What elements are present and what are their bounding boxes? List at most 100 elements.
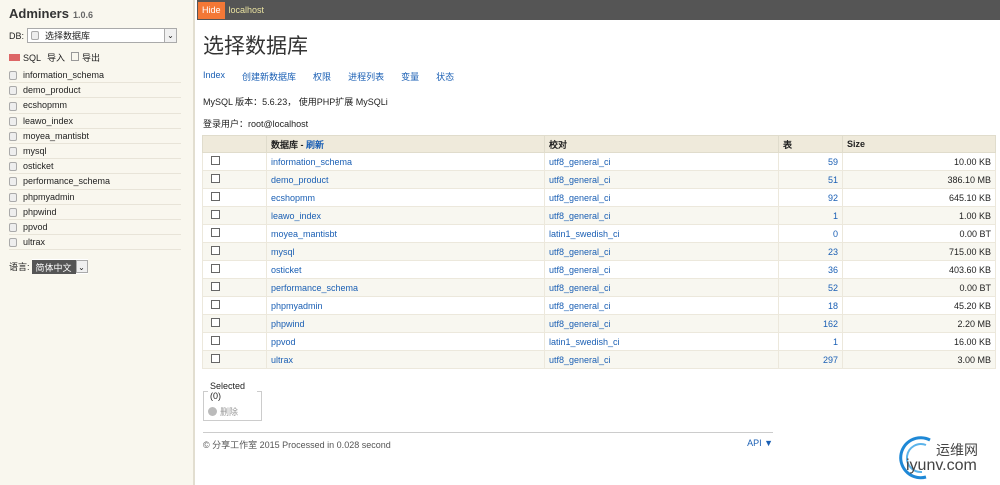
page-title: 选择数据库 <box>203 35 308 58</box>
db-name-link[interactable]: demo_product <box>271 175 329 185</box>
sidebar-db-item[interactable]: mysql <box>9 144 181 160</box>
db-name-link[interactable]: phpmyadmin <box>271 301 323 311</box>
top-bar: Hide localhost <box>197 0 1000 20</box>
db-name-link[interactable]: ultrax <box>271 355 293 365</box>
language-value: 简体中文 <box>31 259 76 274</box>
sidebar-db-name: leawo_index <box>23 115 74 126</box>
table-row: leawo_index utf8_general_ci 1 1.00 KB <box>202 206 996 225</box>
tables-link[interactable]: 52 <box>828 283 838 293</box>
db-name-link[interactable]: phpwind <box>271 319 305 329</box>
db-name-link[interactable]: osticket <box>271 265 302 275</box>
collation-link[interactable]: utf8_general_ci <box>549 301 611 311</box>
export-link[interactable]: 导出 <box>71 51 100 64</box>
tables-link[interactable]: 23 <box>828 247 838 257</box>
breadcrumb-host[interactable]: localhost <box>229 5 265 15</box>
nav-link[interactable]: 状态 <box>436 70 454 83</box>
row-checkbox[interactable] <box>211 174 220 183</box>
tables-link[interactable]: 92 <box>828 193 838 203</box>
tables-link[interactable]: 0 <box>833 229 838 239</box>
tables-link[interactable]: 297 <box>823 355 838 365</box>
row-checkbox[interactable] <box>211 228 220 237</box>
db-name-link[interactable]: leawo_index <box>271 211 321 221</box>
sidebar-db-name: information_schema <box>23 70 105 80</box>
database-icon <box>9 192 17 202</box>
collation-link[interactable]: utf8_general_ci <box>549 247 611 257</box>
sidebar-db-item[interactable]: demo_product <box>9 83 181 99</box>
hide-button[interactable]: Hide <box>198 1 225 19</box>
tables-link[interactable]: 59 <box>828 157 838 167</box>
sidebar-db-item[interactable]: phpmyadmin <box>9 190 181 205</box>
tables-link[interactable]: 18 <box>828 301 838 311</box>
nav-link[interactable]: Index <box>203 70 225 83</box>
tables-link[interactable]: 1 <box>833 337 838 347</box>
export-label: 导出 <box>82 53 101 63</box>
row-checkbox[interactable] <box>211 354 220 363</box>
tables-cell: 51 <box>778 170 843 189</box>
api-link[interactable]: API ▼ <box>747 438 773 451</box>
sidebar-db-item[interactable]: ecshopmm <box>9 98 181 114</box>
collation-link[interactable]: latin1_swedish_ci <box>549 229 620 239</box>
sidebar-db-item[interactable]: leawo_index <box>9 114 181 129</box>
nav-link[interactable]: 权限 <box>313 70 331 83</box>
db-select-value: 选择数据库 <box>45 31 91 41</box>
chevron-down-icon: ⌄ <box>75 260 88 273</box>
version: 1.0.6 <box>72 10 93 20</box>
db-name-link[interactable]: mysql <box>271 247 295 257</box>
collation-link[interactable]: utf8_general_ci <box>549 193 611 203</box>
tables-link[interactable]: 51 <box>828 175 838 185</box>
sidebar-db-item[interactable]: phpwind <box>9 205 181 220</box>
collation-link[interactable]: utf8_general_ci <box>549 175 611 185</box>
table-row: performance_schema utf8_general_ci 52 0.… <box>202 278 996 297</box>
row-checkbox[interactable] <box>211 192 220 201</box>
table-row: phpmyadmin utf8_general_ci 18 45.20 KB <box>202 296 996 315</box>
db-select[interactable]: 选择数据库 ⌄ <box>27 28 178 43</box>
collation-link[interactable]: utf8_general_ci <box>549 355 611 365</box>
language-select[interactable]: 简体中文 ⌄ <box>31 259 88 274</box>
row-checkbox[interactable] <box>211 318 220 327</box>
sidebar-db-item[interactable]: information_schema <box>9 68 181 84</box>
tables-link[interactable]: 162 <box>823 319 838 329</box>
nav-link[interactable]: 进程列表 <box>348 70 384 83</box>
row-checkbox[interactable] <box>211 156 220 165</box>
row-checkbox[interactable] <box>211 300 220 309</box>
collation-link[interactable]: utf8_general_ci <box>549 157 611 167</box>
database-icon <box>9 238 17 248</box>
app-title[interactable]: Adminers 1.0.6 <box>9 6 93 21</box>
database-icon <box>9 131 17 141</box>
delete-button[interactable]: 删除 <box>208 405 257 418</box>
db-name-link[interactable]: ppvod <box>271 337 296 347</box>
tables-link[interactable]: 1 <box>833 211 838 221</box>
collation-link[interactable]: utf8_general_ci <box>549 211 611 221</box>
refresh-link[interactable]: 刷新 <box>306 140 324 150</box>
import-link[interactable]: 导入 <box>47 51 65 64</box>
sql-link[interactable]: SQL <box>9 53 41 63</box>
app-name[interactable]: Adminers <box>9 6 69 21</box>
database-list: information_schema demo_product ecshopmm le… <box>9 68 181 251</box>
sidebar-db-item[interactable]: ppvod <box>9 220 181 236</box>
db-name-link[interactable]: moyea_mantisbt <box>271 229 337 239</box>
nav-link[interactable]: 变量 <box>401 70 419 83</box>
table-row: phpwind utf8_general_ci 162 2.20 MB <box>202 314 996 333</box>
collation-link[interactable]: utf8_general_ci <box>549 283 611 293</box>
collation-link[interactable]: utf8_general_ci <box>549 265 611 275</box>
row-select-cell <box>202 278 267 297</box>
collation-link[interactable]: utf8_general_ci <box>549 319 611 329</box>
row-checkbox[interactable] <box>211 336 220 345</box>
sidebar-db-item[interactable]: performance_schema <box>9 174 181 190</box>
db-name-link[interactable]: ecshopmm <box>271 193 315 203</box>
nav-link[interactable]: 创建新数据库 <box>242 70 296 83</box>
row-checkbox[interactable] <box>211 264 220 273</box>
collation-link[interactable]: latin1_swedish_ci <box>549 337 620 347</box>
header-size: Size <box>842 135 996 153</box>
db-name-link[interactable]: information_schema <box>271 157 352 167</box>
row-select-cell <box>202 314 267 333</box>
row-checkbox[interactable] <box>211 282 220 291</box>
sidebar-db-item[interactable]: ultrax <box>9 235 181 251</box>
row-checkbox[interactable] <box>211 210 220 219</box>
db-name-link[interactable]: performance_schema <box>271 283 358 293</box>
row-checkbox[interactable] <box>211 246 220 255</box>
sidebar-db-item[interactable]: osticket <box>9 159 181 175</box>
tables-link[interactable]: 36 <box>828 265 838 275</box>
size-cell: 16.00 KB <box>842 332 996 351</box>
sidebar-db-item[interactable]: moyea_mantisbt <box>9 129 181 144</box>
